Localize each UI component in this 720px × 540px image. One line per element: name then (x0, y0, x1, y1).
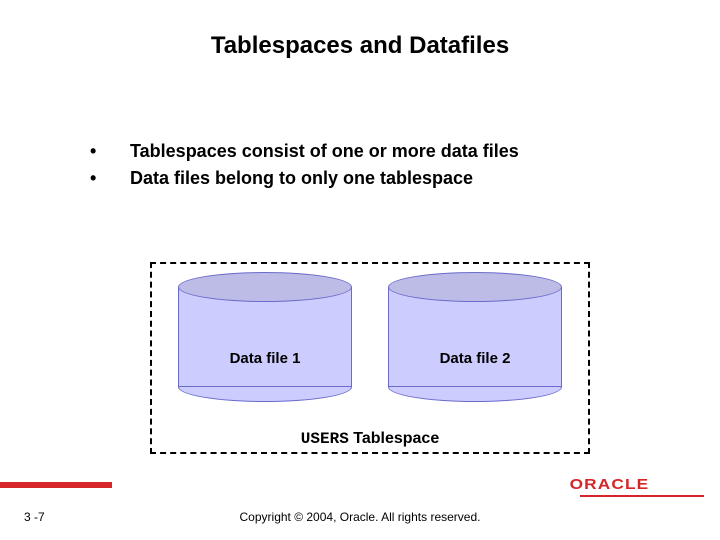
bullet-text: Data files belong to only one tablespace (130, 165, 473, 192)
accent-bar (0, 482, 112, 488)
cylinder-top (178, 272, 352, 302)
tablespace-caption: USERS Tablespace (152, 430, 588, 448)
bullet-text: Tablespaces consist of one or more data … (130, 138, 519, 165)
cylinder-top (388, 272, 562, 302)
oracle-logo: ORACLE (580, 476, 704, 492)
slide-title: Tablespaces and Datafiles (0, 0, 720, 60)
slide: Tablespaces and Datafiles • Tablespaces … (0, 0, 720, 540)
cylinder-body (178, 287, 352, 387)
tablespace-word: Tablespace (353, 430, 439, 447)
bullet-item: • Tablespaces consist of one or more dat… (90, 138, 660, 165)
datafile-1-label: Data file 1 (178, 350, 352, 367)
datafile-2-label: Data file 2 (388, 350, 562, 367)
copyright-text: Copyright © 2004, Oracle. All rights res… (0, 510, 720, 524)
tablespace-name: USERS (301, 430, 349, 448)
bullet-marker: • (90, 165, 130, 192)
bullet-list: • Tablespaces consist of one or more dat… (90, 138, 660, 192)
datafile-2-cylinder: Data file 2 (388, 272, 562, 402)
tablespace-diagram: Data file 1 Data file 2 USERS Tablespace (150, 262, 590, 454)
cylinder-body (388, 287, 562, 387)
bullet-marker: • (90, 138, 130, 165)
bullet-item: • Data files belong to only one tablespa… (90, 165, 660, 192)
oracle-logo-text: ORACLE (570, 476, 650, 493)
oracle-logo-underline (580, 495, 704, 497)
datafile-1-cylinder: Data file 1 (178, 272, 352, 402)
